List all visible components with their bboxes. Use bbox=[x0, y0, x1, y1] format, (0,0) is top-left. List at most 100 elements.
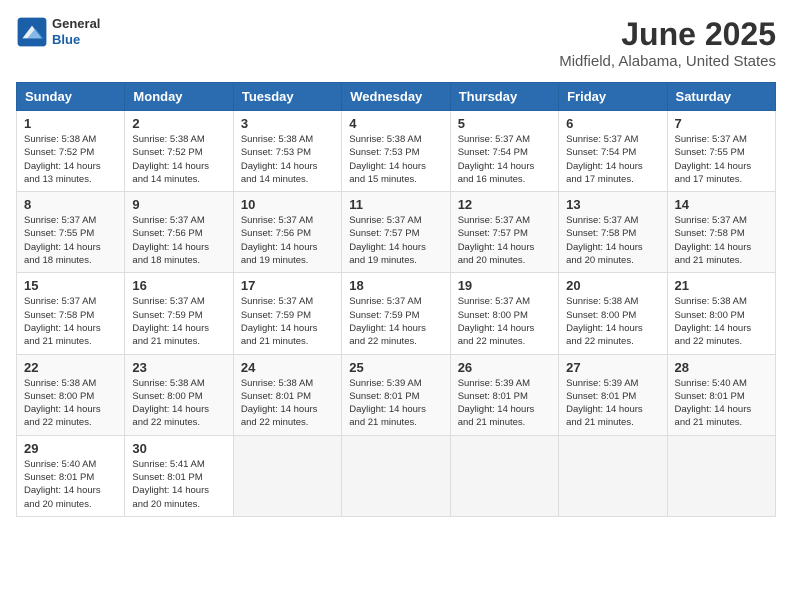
calendar-cell: 24 Sunrise: 5:38 AM Sunset: 8:01 PM Dayl… bbox=[233, 354, 341, 435]
calendar-header-row: Sunday Monday Tuesday Wednesday Thursday… bbox=[17, 83, 776, 111]
day-info: Sunrise: 5:38 AM Sunset: 8:00 PM Dayligh… bbox=[132, 377, 225, 430]
day-number: 28 bbox=[675, 360, 768, 375]
calendar-cell bbox=[342, 435, 450, 516]
header-tuesday: Tuesday bbox=[233, 83, 341, 111]
day-info: Sunrise: 5:37 AM Sunset: 7:59 PM Dayligh… bbox=[241, 295, 334, 348]
day-info: Sunrise: 5:38 AM Sunset: 8:01 PM Dayligh… bbox=[241, 377, 334, 430]
calendar-cell: 1 Sunrise: 5:38 AM Sunset: 7:52 PM Dayli… bbox=[17, 111, 125, 192]
day-number: 22 bbox=[24, 360, 117, 375]
calendar-cell: 30 Sunrise: 5:41 AM Sunset: 8:01 PM Dayl… bbox=[125, 435, 233, 516]
header-saturday: Saturday bbox=[667, 83, 775, 111]
calendar-cell: 18 Sunrise: 5:37 AM Sunset: 7:59 PM Dayl… bbox=[342, 273, 450, 354]
day-info: Sunrise: 5:37 AM Sunset: 8:00 PM Dayligh… bbox=[458, 295, 551, 348]
day-info: Sunrise: 5:38 AM Sunset: 8:00 PM Dayligh… bbox=[24, 377, 117, 430]
calendar-cell: 16 Sunrise: 5:37 AM Sunset: 7:59 PM Dayl… bbox=[125, 273, 233, 354]
calendar-cell: 25 Sunrise: 5:39 AM Sunset: 8:01 PM Dayl… bbox=[342, 354, 450, 435]
day-info: Sunrise: 5:39 AM Sunset: 8:01 PM Dayligh… bbox=[566, 377, 659, 430]
day-info: Sunrise: 5:37 AM Sunset: 7:58 PM Dayligh… bbox=[675, 214, 768, 267]
logo: General Blue bbox=[16, 16, 100, 48]
calendar-cell bbox=[450, 435, 558, 516]
calendar-cell: 6 Sunrise: 5:37 AM Sunset: 7:54 PM Dayli… bbox=[559, 111, 667, 192]
calendar-cell: 19 Sunrise: 5:37 AM Sunset: 8:00 PM Dayl… bbox=[450, 273, 558, 354]
day-number: 6 bbox=[566, 116, 659, 131]
calendar-cell: 29 Sunrise: 5:40 AM Sunset: 8:01 PM Dayl… bbox=[17, 435, 125, 516]
calendar-cell: 13 Sunrise: 5:37 AM Sunset: 7:58 PM Dayl… bbox=[559, 192, 667, 273]
day-number: 25 bbox=[349, 360, 442, 375]
day-info: Sunrise: 5:37 AM Sunset: 7:56 PM Dayligh… bbox=[132, 214, 225, 267]
calendar-cell: 17 Sunrise: 5:37 AM Sunset: 7:59 PM Dayl… bbox=[233, 273, 341, 354]
calendar-cell: 5 Sunrise: 5:37 AM Sunset: 7:54 PM Dayli… bbox=[450, 111, 558, 192]
calendar-row: 1 Sunrise: 5:38 AM Sunset: 7:52 PM Dayli… bbox=[17, 111, 776, 192]
day-number: 29 bbox=[24, 441, 117, 456]
day-info: Sunrise: 5:37 AM Sunset: 7:55 PM Dayligh… bbox=[24, 214, 117, 267]
day-number: 3 bbox=[241, 116, 334, 131]
day-info: Sunrise: 5:38 AM Sunset: 7:52 PM Dayligh… bbox=[24, 133, 117, 186]
calendar-cell: 23 Sunrise: 5:38 AM Sunset: 8:00 PM Dayl… bbox=[125, 354, 233, 435]
calendar-cell bbox=[667, 435, 775, 516]
page-subtitle: Midfield, Alabama, United States bbox=[559, 53, 776, 70]
logo-general: General bbox=[52, 16, 100, 32]
day-info: Sunrise: 5:41 AM Sunset: 8:01 PM Dayligh… bbox=[132, 458, 225, 511]
day-info: Sunrise: 5:39 AM Sunset: 8:01 PM Dayligh… bbox=[349, 377, 442, 430]
calendar-cell: 10 Sunrise: 5:37 AM Sunset: 7:56 PM Dayl… bbox=[233, 192, 341, 273]
calendar-body: 1 Sunrise: 5:38 AM Sunset: 7:52 PM Dayli… bbox=[17, 111, 776, 517]
day-info: Sunrise: 5:37 AM Sunset: 7:57 PM Dayligh… bbox=[458, 214, 551, 267]
day-number: 15 bbox=[24, 278, 117, 293]
calendar-cell: 2 Sunrise: 5:38 AM Sunset: 7:52 PM Dayli… bbox=[125, 111, 233, 192]
calendar-cell: 12 Sunrise: 5:37 AM Sunset: 7:57 PM Dayl… bbox=[450, 192, 558, 273]
header-friday: Friday bbox=[559, 83, 667, 111]
day-number: 24 bbox=[241, 360, 334, 375]
day-info: Sunrise: 5:40 AM Sunset: 8:01 PM Dayligh… bbox=[24, 458, 117, 511]
day-info: Sunrise: 5:38 AM Sunset: 7:53 PM Dayligh… bbox=[241, 133, 334, 186]
day-number: 9 bbox=[132, 197, 225, 212]
day-info: Sunrise: 5:37 AM Sunset: 7:57 PM Dayligh… bbox=[349, 214, 442, 267]
day-info: Sunrise: 5:37 AM Sunset: 7:59 PM Dayligh… bbox=[132, 295, 225, 348]
calendar-cell: 15 Sunrise: 5:37 AM Sunset: 7:58 PM Dayl… bbox=[17, 273, 125, 354]
day-number: 11 bbox=[349, 197, 442, 212]
day-info: Sunrise: 5:37 AM Sunset: 7:58 PM Dayligh… bbox=[24, 295, 117, 348]
day-number: 5 bbox=[458, 116, 551, 131]
calendar-cell bbox=[559, 435, 667, 516]
calendar-row: 8 Sunrise: 5:37 AM Sunset: 7:55 PM Dayli… bbox=[17, 192, 776, 273]
calendar-row: 29 Sunrise: 5:40 AM Sunset: 8:01 PM Dayl… bbox=[17, 435, 776, 516]
day-number: 30 bbox=[132, 441, 225, 456]
day-number: 23 bbox=[132, 360, 225, 375]
day-number: 4 bbox=[349, 116, 442, 131]
day-info: Sunrise: 5:40 AM Sunset: 8:01 PM Dayligh… bbox=[675, 377, 768, 430]
day-number: 12 bbox=[458, 197, 551, 212]
day-info: Sunrise: 5:37 AM Sunset: 7:54 PM Dayligh… bbox=[566, 133, 659, 186]
title-block: June 2025 Midfield, Alabama, United Stat… bbox=[559, 16, 776, 70]
logo-text: General Blue bbox=[52, 16, 100, 47]
day-info: Sunrise: 5:38 AM Sunset: 8:00 PM Dayligh… bbox=[675, 295, 768, 348]
day-number: 18 bbox=[349, 278, 442, 293]
calendar-cell: 11 Sunrise: 5:37 AM Sunset: 7:57 PM Dayl… bbox=[342, 192, 450, 273]
day-number: 19 bbox=[458, 278, 551, 293]
day-number: 2 bbox=[132, 116, 225, 131]
day-number: 8 bbox=[24, 197, 117, 212]
day-number: 14 bbox=[675, 197, 768, 212]
calendar-row: 15 Sunrise: 5:37 AM Sunset: 7:58 PM Dayl… bbox=[17, 273, 776, 354]
day-info: Sunrise: 5:37 AM Sunset: 7:55 PM Dayligh… bbox=[675, 133, 768, 186]
day-number: 26 bbox=[458, 360, 551, 375]
calendar-cell: 4 Sunrise: 5:38 AM Sunset: 7:53 PM Dayli… bbox=[342, 111, 450, 192]
calendar-cell: 8 Sunrise: 5:37 AM Sunset: 7:55 PM Dayli… bbox=[17, 192, 125, 273]
day-info: Sunrise: 5:38 AM Sunset: 8:00 PM Dayligh… bbox=[566, 295, 659, 348]
day-number: 21 bbox=[675, 278, 768, 293]
logo-blue: Blue bbox=[52, 32, 100, 48]
calendar-table: Sunday Monday Tuesday Wednesday Thursday… bbox=[16, 82, 776, 517]
day-info: Sunrise: 5:37 AM Sunset: 7:56 PM Dayligh… bbox=[241, 214, 334, 267]
header-wednesday: Wednesday bbox=[342, 83, 450, 111]
logo-icon bbox=[16, 16, 48, 48]
day-number: 1 bbox=[24, 116, 117, 131]
calendar-cell bbox=[233, 435, 341, 516]
calendar-cell: 21 Sunrise: 5:38 AM Sunset: 8:00 PM Dayl… bbox=[667, 273, 775, 354]
day-number: 10 bbox=[241, 197, 334, 212]
calendar-cell: 20 Sunrise: 5:38 AM Sunset: 8:00 PM Dayl… bbox=[559, 273, 667, 354]
day-number: 13 bbox=[566, 197, 659, 212]
calendar-cell: 14 Sunrise: 5:37 AM Sunset: 7:58 PM Dayl… bbox=[667, 192, 775, 273]
day-number: 17 bbox=[241, 278, 334, 293]
calendar-row: 22 Sunrise: 5:38 AM Sunset: 8:00 PM Dayl… bbox=[17, 354, 776, 435]
calendar-cell: 9 Sunrise: 5:37 AM Sunset: 7:56 PM Dayli… bbox=[125, 192, 233, 273]
calendar-cell: 22 Sunrise: 5:38 AM Sunset: 8:00 PM Dayl… bbox=[17, 354, 125, 435]
day-info: Sunrise: 5:39 AM Sunset: 8:01 PM Dayligh… bbox=[458, 377, 551, 430]
